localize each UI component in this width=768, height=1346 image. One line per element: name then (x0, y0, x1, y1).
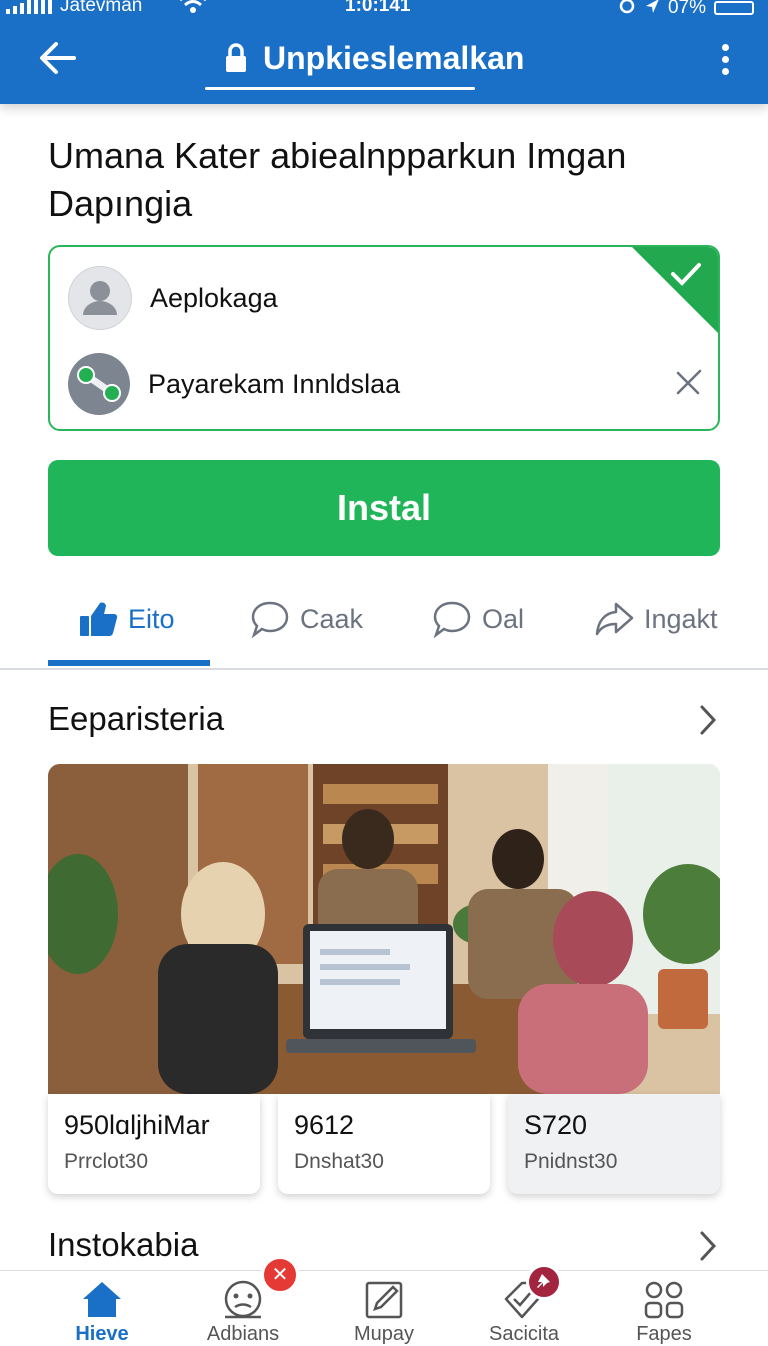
grid-icon (642, 1279, 686, 1326)
tab-bar: Eito Caak Oal Ingakt (0, 580, 768, 670)
face-icon (220, 1279, 266, 1326)
option-label: Payarekam Innldslaa (148, 368, 401, 399)
close-icon[interactable]: ✕ (261, 1256, 299, 1294)
tab-label: Oal (482, 603, 525, 634)
clock: 1:0:141 (345, 0, 411, 16)
alarm-icon (618, 0, 636, 17)
page-heading: Umana Kater abiealnpparkun Imgan Dapıngi… (48, 135, 627, 224)
chat-bubble-icon (433, 601, 471, 638)
back-button[interactable] (36, 38, 80, 78)
meeting-photo-illustration (48, 764, 720, 1094)
share-arrow-icon (595, 602, 634, 636)
more-options-button[interactable] (712, 40, 738, 80)
option-row-account[interactable]: Aeplokaga (68, 263, 708, 333)
chevron-right-icon[interactable] (698, 1230, 718, 1267)
stat-label: Dnshat30 (294, 1150, 384, 1173)
nav-label: Mupay (353, 1323, 415, 1345)
chevron-right-icon[interactable] (698, 704, 718, 741)
back-arrow-icon (40, 42, 76, 74)
lock-icon (225, 42, 247, 79)
location-icon (644, 0, 660, 17)
tab-label: Eito (128, 603, 175, 634)
nav-label: Fapes (636, 1323, 692, 1345)
page-title: Unpkieslemalkan (263, 40, 525, 76)
option-label: Aeplokaga (150, 282, 278, 313)
dismiss-icon[interactable] (674, 367, 704, 402)
more-vertical-icon (712, 44, 738, 75)
active-tab-indicator (48, 660, 210, 666)
stat-value: 950lɑljhiMar (64, 1110, 210, 1140)
tab-eito[interactable]: Eito (78, 594, 175, 644)
signal-icon (6, 0, 52, 14)
meeting-photo[interactable] (48, 764, 720, 1094)
carrier-name: Jatevman (60, 0, 143, 16)
option-row-permissions[interactable]: Payarekam Innldslaa (68, 349, 708, 419)
tab-ingakt[interactable]: Ingakt (594, 594, 718, 644)
tab-caak[interactable]: Caak (250, 594, 363, 644)
stat-label: Pnidnst30 (524, 1150, 618, 1173)
battery-percent: 07% (667, 0, 706, 18)
install-button[interactable]: Instal (48, 460, 720, 556)
wifi-icon (178, 0, 208, 17)
nav-item-sacicita[interactable]: Sacicita (454, 1271, 594, 1345)
nav-item-home[interactable]: Hieve (32, 1271, 172, 1345)
stat-card[interactable]: S720 Pnidnst30 (508, 1094, 720, 1194)
stat-label: Prrclot30 (64, 1150, 149, 1173)
battery-icon (714, 0, 754, 15)
nav-label: Adbians (206, 1323, 280, 1345)
tab-label: Caak (300, 603, 364, 634)
stat-value: S720 (524, 1110, 588, 1140)
header-title-group: Unpkieslemalkan (205, 36, 545, 92)
section-title: Eeparisteria (48, 700, 225, 737)
edit-icon (363, 1279, 405, 1326)
share-icon (68, 353, 130, 415)
thumbs-up-icon (80, 602, 118, 637)
stat-value: 9612 (294, 1110, 355, 1140)
chat-bubble-icon (251, 601, 289, 638)
nav-label: Hieve (75, 1323, 129, 1345)
home-icon (80, 1279, 124, 1324)
pin-icon (526, 1264, 562, 1300)
bottom-navigation: Hieve Adbians Mupay Sacicita Fapes (0, 1270, 768, 1345)
nav-item-fapes[interactable]: Fapes (594, 1271, 734, 1345)
title-underline (205, 87, 475, 90)
stat-card[interactable]: 950lɑljhiMar Prrclot30 (48, 1094, 260, 1194)
user-avatar-icon (68, 266, 132, 330)
nav-item-mupay[interactable]: Mupay (314, 1271, 454, 1345)
app-header: Jatevman 1:0:141 07% Unpkieslemalkan (0, 0, 768, 104)
install-options-card: Aeplokaga Payarekam Innldslaa (48, 245, 720, 431)
tab-label: Ingakt (644, 603, 718, 634)
nav-label: Sacicita (488, 1323, 560, 1345)
status-bar: Jatevman 1:0:141 07% (0, 0, 768, 20)
tab-oal[interactable]: Oal (432, 594, 524, 644)
section-title: Instokabia (48, 1226, 199, 1263)
stat-card[interactable]: 9612 Dnshat30 (278, 1094, 490, 1194)
